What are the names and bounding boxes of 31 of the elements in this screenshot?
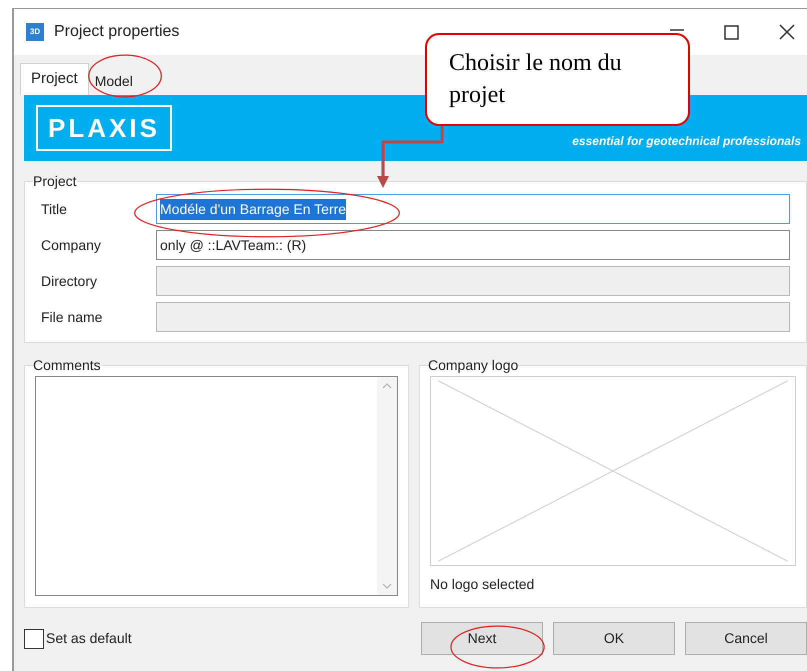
close-icon[interactable] xyxy=(779,24,795,40)
field-label: Company xyxy=(41,236,102,255)
field-label: File name xyxy=(41,308,104,326)
checkbox[interactable] xyxy=(24,628,44,648)
maximize-icon[interactable] xyxy=(724,24,739,40)
field-value: Modéle d'un Barrage En Terre xyxy=(160,198,346,220)
input-field[interactable]: only @ ::LAVTeam:: (R) xyxy=(156,230,790,260)
callout-box: Choisir le nom du projet xyxy=(425,33,690,126)
group-label: Comments xyxy=(33,356,101,375)
field-label: Directory xyxy=(41,272,98,291)
dialog-button[interactable]: Cancel xyxy=(685,622,807,655)
group-label: Company logo xyxy=(428,356,518,375)
window-title: Project properties xyxy=(54,22,180,42)
app-icon: 3D xyxy=(26,23,44,41)
group-label: Project xyxy=(33,172,77,191)
field-label: Title xyxy=(41,200,68,218)
tab[interactable]: Project xyxy=(20,63,89,95)
pointer-arrow xyxy=(376,126,446,188)
scroll-down-icon[interactable] xyxy=(382,583,392,589)
scrollbar[interactable] xyxy=(377,377,397,595)
dialog-button[interactable]: OK xyxy=(553,622,675,655)
checkbox-label: Set as default xyxy=(46,629,132,648)
field-value: only @ ::LAVTeam:: (R) xyxy=(160,236,306,255)
input-field[interactable]: Modéle d'un Barrage En Terre xyxy=(156,194,790,224)
dialog-button[interactable]: Next xyxy=(421,622,543,655)
tagline: essential for geotechnical professionals xyxy=(572,133,801,150)
minimize-icon[interactable] xyxy=(670,29,684,31)
comments-field[interactable] xyxy=(35,376,398,596)
scroll-up-icon[interactable] xyxy=(382,383,392,389)
logo: PLAXIS xyxy=(36,105,172,151)
logo-status: No logo selected xyxy=(430,575,536,594)
